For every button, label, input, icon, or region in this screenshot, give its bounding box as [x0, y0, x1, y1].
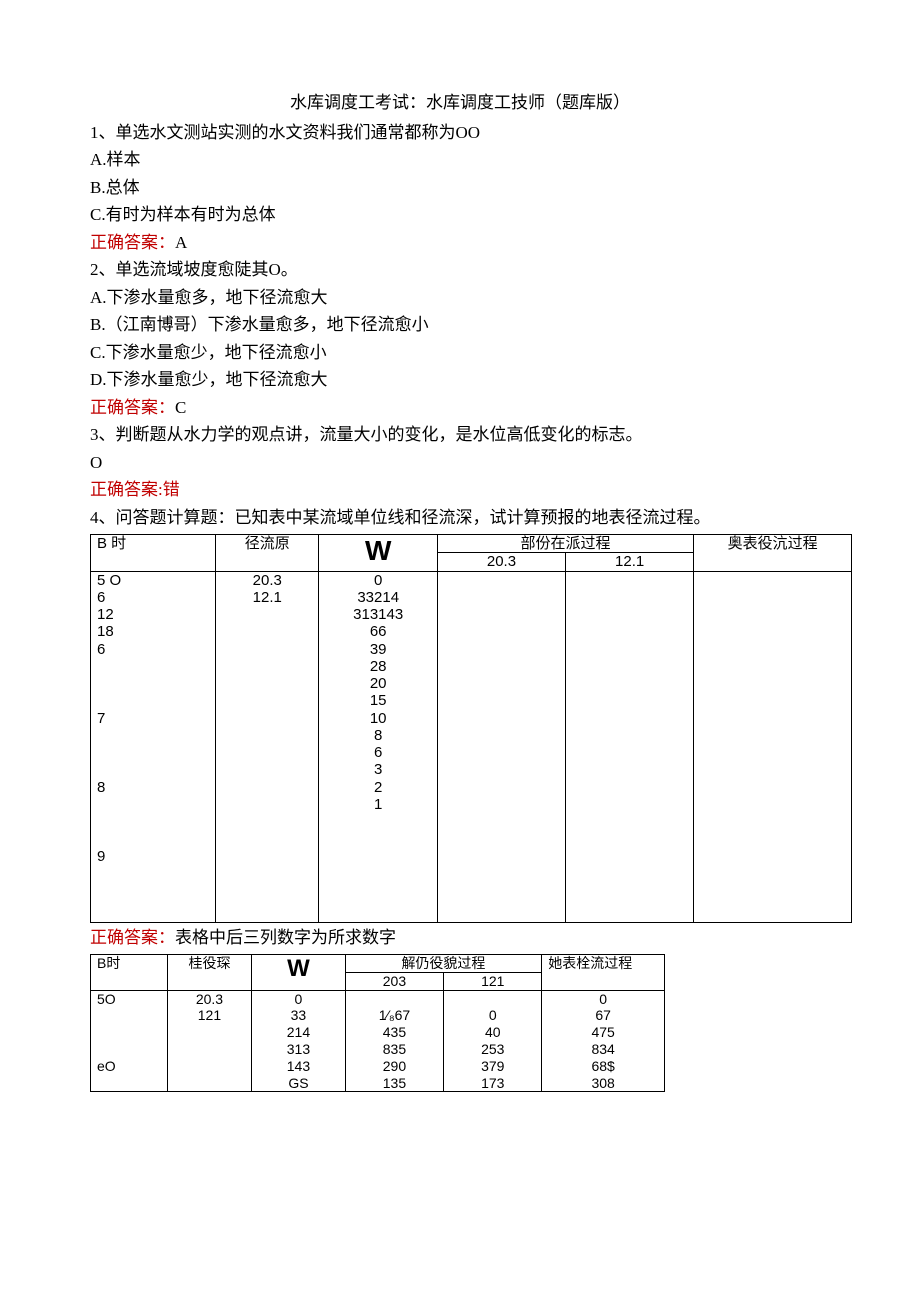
t1-col-r: 20.3 12.1 — [216, 571, 319, 922]
q1-stem: 1、单选水文测站实测的水文资料我们通常都称为OO — [90, 120, 830, 146]
q2-stem: 2、单选流域坡度愈陡其O。 — [90, 257, 830, 283]
q2-option-a: A.下渗水量愈多，地下径流愈大 — [90, 285, 830, 311]
t1-h-ao: 奥表役沆过程 — [694, 535, 852, 572]
q3-answer: 正确答案:错 — [90, 477, 830, 503]
t2-col-b: 5O eO — [91, 990, 168, 1092]
q2-option-d: D.下渗水量愈少，地下径流愈大 — [90, 367, 830, 393]
t1-col-ao — [694, 571, 852, 922]
t1-h-b: B 时 — [91, 535, 216, 572]
t2-h-ta: 她表栓流过程 — [542, 955, 665, 991]
t2-col-g: 20.3 121 — [167, 990, 252, 1092]
t2-col-p1: 1⁄₈67 435 835 290 135 — [345, 990, 444, 1092]
q2-answer-label: 正确答案： — [90, 398, 175, 417]
q3-stem: 3、判断题从水力学的观点讲，流量大小的变化，是水位高低变化的标志。 — [90, 422, 830, 448]
t1-h-p2: 12.1 — [566, 553, 694, 571]
t1-col-p2 — [566, 571, 694, 922]
t2-h-b: B时 — [91, 955, 168, 991]
q4-answer-label: 正确答案： — [90, 928, 175, 947]
t2-h-p: 解仍役貌过程 — [345, 955, 542, 973]
t2-h-w: W — [252, 955, 345, 991]
q1-option-b: B.总体 — [90, 175, 830, 201]
t2-h-p1: 203 — [345, 972, 444, 990]
q4-answer: 正确答案：表格中后三列数字为所求数字 — [90, 925, 830, 951]
q1-option-c: C.有时为样本有时为总体 — [90, 202, 830, 228]
q4-answer-text: 表格中后三列数字为所求数字 — [175, 928, 396, 947]
t2-col-p2: 0 40 253 379 173 — [444, 990, 542, 1092]
t1-h-p1: 20.3 — [437, 553, 565, 571]
q4-table-question: B 时 径流原 W 部份在派过程 奥表役沆过程 20.3 12.1 5 O 6 … — [90, 534, 852, 923]
q3-blank: O — [90, 450, 830, 476]
t2-h-g: 桂役琛 — [167, 955, 252, 991]
q1-option-a: A.样本 — [90, 147, 830, 173]
t1-h-w: W — [319, 535, 437, 572]
q2-answer: 正确答案：C — [90, 395, 830, 421]
q4-table-answer: B时 桂役琛 W 解仍役貌过程 她表栓流过程 203 121 5O eO 20.… — [90, 954, 665, 1092]
t1-h-r: 径流原 — [216, 535, 319, 572]
q2-option-c: C.下渗水量愈少，地下径流愈小 — [90, 340, 830, 366]
q2-option-b: B.（江南博哥）下渗水量愈多，地下径流愈小 — [90, 312, 830, 338]
q1-answer-value: A — [175, 233, 187, 252]
t2-h-p2: 121 — [444, 972, 542, 990]
t1-h-p: 部份在派过程 — [437, 535, 693, 553]
q1-answer-label: 正确答案： — [90, 233, 175, 252]
t2-col-ta: 0 67 475 834 68$ 308 — [542, 990, 665, 1092]
q4-stem: 4、问答题计算题：已知表中某流域单位线和径流深，试计算预报的地表径流过程。 — [90, 505, 830, 531]
page: 水库调度工考试：水库调度工技师（题库版） 1、单选水文测站实测的水文资料我们通常… — [0, 0, 920, 1301]
q3-answer-value: 错 — [163, 480, 180, 499]
q3-answer-label: 正确答案: — [90, 480, 163, 499]
t1-col-p1 — [437, 571, 565, 922]
page-title: 水库调度工考试：水库调度工技师（题库版） — [90, 90, 830, 116]
q2-answer-value: C — [175, 398, 186, 417]
t1-col-w: 0 33214 313143 66 39 28 20 15 10 8 6 3 2… — [319, 571, 437, 922]
q1-answer: 正确答案：A — [90, 230, 830, 256]
t2-col-w: 0 33 214 313 143 GS — [252, 990, 345, 1092]
t1-col-b: 5 O 6 12 18 6 7 8 9 — [91, 571, 216, 922]
